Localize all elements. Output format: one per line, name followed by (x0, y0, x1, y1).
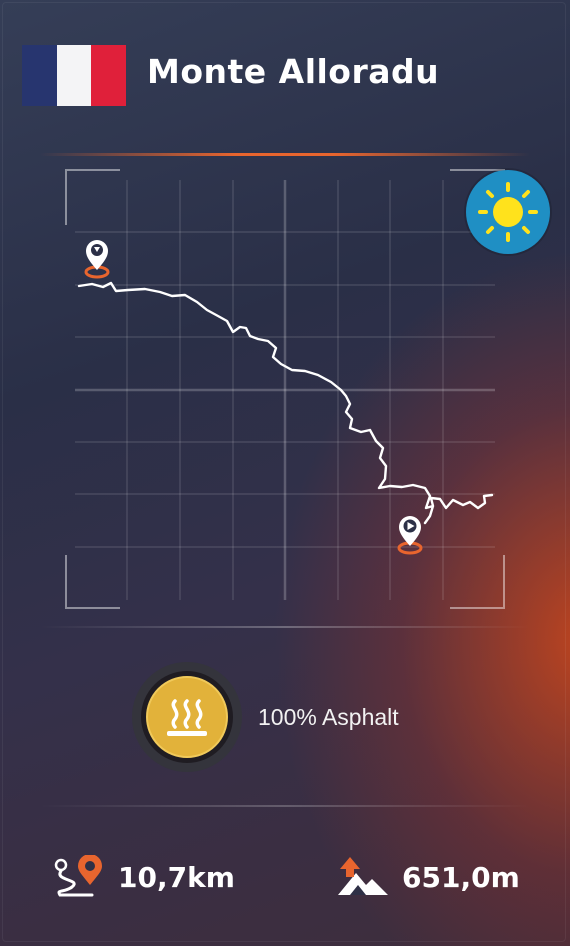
surface-label: 100% Asphalt (258, 704, 399, 730)
weather-sun-badge (466, 170, 550, 254)
distance-value: 10,7km (118, 860, 235, 894)
start-pin-icon (84, 240, 110, 279)
elevation-stat: 651,0m (336, 855, 520, 899)
section-divider (40, 805, 530, 807)
route-distance-icon (54, 855, 102, 897)
sun-icon (478, 182, 538, 242)
distance-stat: 10,7km (52, 855, 235, 899)
elevation-value: 651,0m (402, 860, 520, 894)
asphalt-heat-icon (131, 661, 243, 773)
elevation-gain-icon (338, 857, 388, 895)
section-divider (40, 626, 530, 628)
